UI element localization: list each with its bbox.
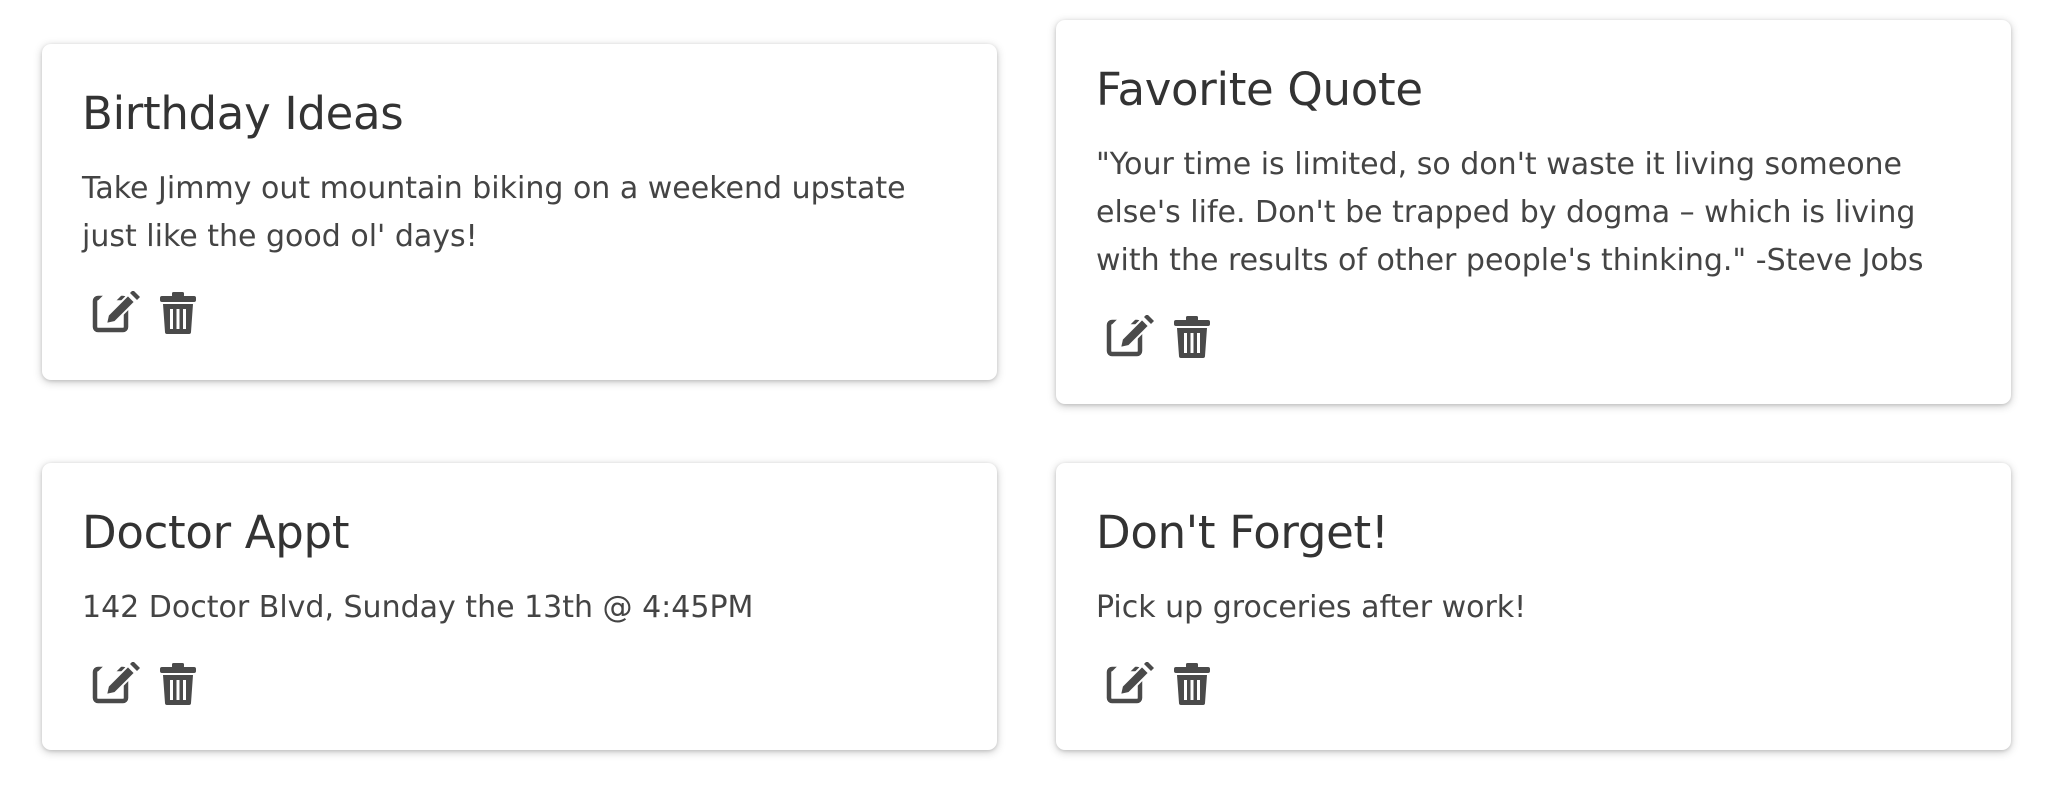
note-actions <box>90 287 957 339</box>
delete-button[interactable] <box>152 287 204 339</box>
trash-icon <box>1174 662 1210 705</box>
edit-button[interactable] <box>1104 311 1156 363</box>
delete-button[interactable] <box>1166 658 1218 710</box>
note-title: Don't Forget! <box>1096 506 1389 559</box>
note-title: Favorite Quote <box>1096 63 1423 116</box>
note-card: Don't Forget! Pick up groceries after wo… <box>1056 463 2011 750</box>
edit-icon <box>1106 314 1154 356</box>
edit-button[interactable] <box>90 287 142 339</box>
trash-icon <box>1174 315 1210 358</box>
note-title: Birthday Ideas <box>82 87 404 140</box>
note-card: Doctor Appt 142 Doctor Blvd, Sunday the … <box>42 463 997 750</box>
delete-button[interactable] <box>1166 311 1218 363</box>
note-actions <box>90 658 957 710</box>
delete-button[interactable] <box>152 658 204 710</box>
edit-icon <box>1106 661 1154 703</box>
note-content: "Your time is limited, so don't waste it… <box>1096 146 1924 278</box>
trash-icon <box>160 291 196 334</box>
edit-icon <box>92 290 140 332</box>
edit-button[interactable] <box>1104 658 1156 710</box>
edit-button[interactable] <box>90 658 142 710</box>
note-content: Pick up groceries after work! <box>1096 589 1527 625</box>
trash-icon <box>160 662 196 705</box>
note-content: Take Jimmy out mountain biking on a week… <box>82 170 906 254</box>
note-actions <box>1104 311 1971 363</box>
note-title: Doctor Appt <box>82 506 350 559</box>
edit-icon <box>92 661 140 703</box>
note-card: Birthday Ideas Take Jimmy out mountain b… <box>42 44 997 380</box>
note-card: Favorite Quote "Your time is limited, so… <box>1056 20 2011 404</box>
note-content: 142 Doctor Blvd, Sunday the 13th @ 4:45P… <box>82 589 754 625</box>
note-actions <box>1104 658 1971 710</box>
